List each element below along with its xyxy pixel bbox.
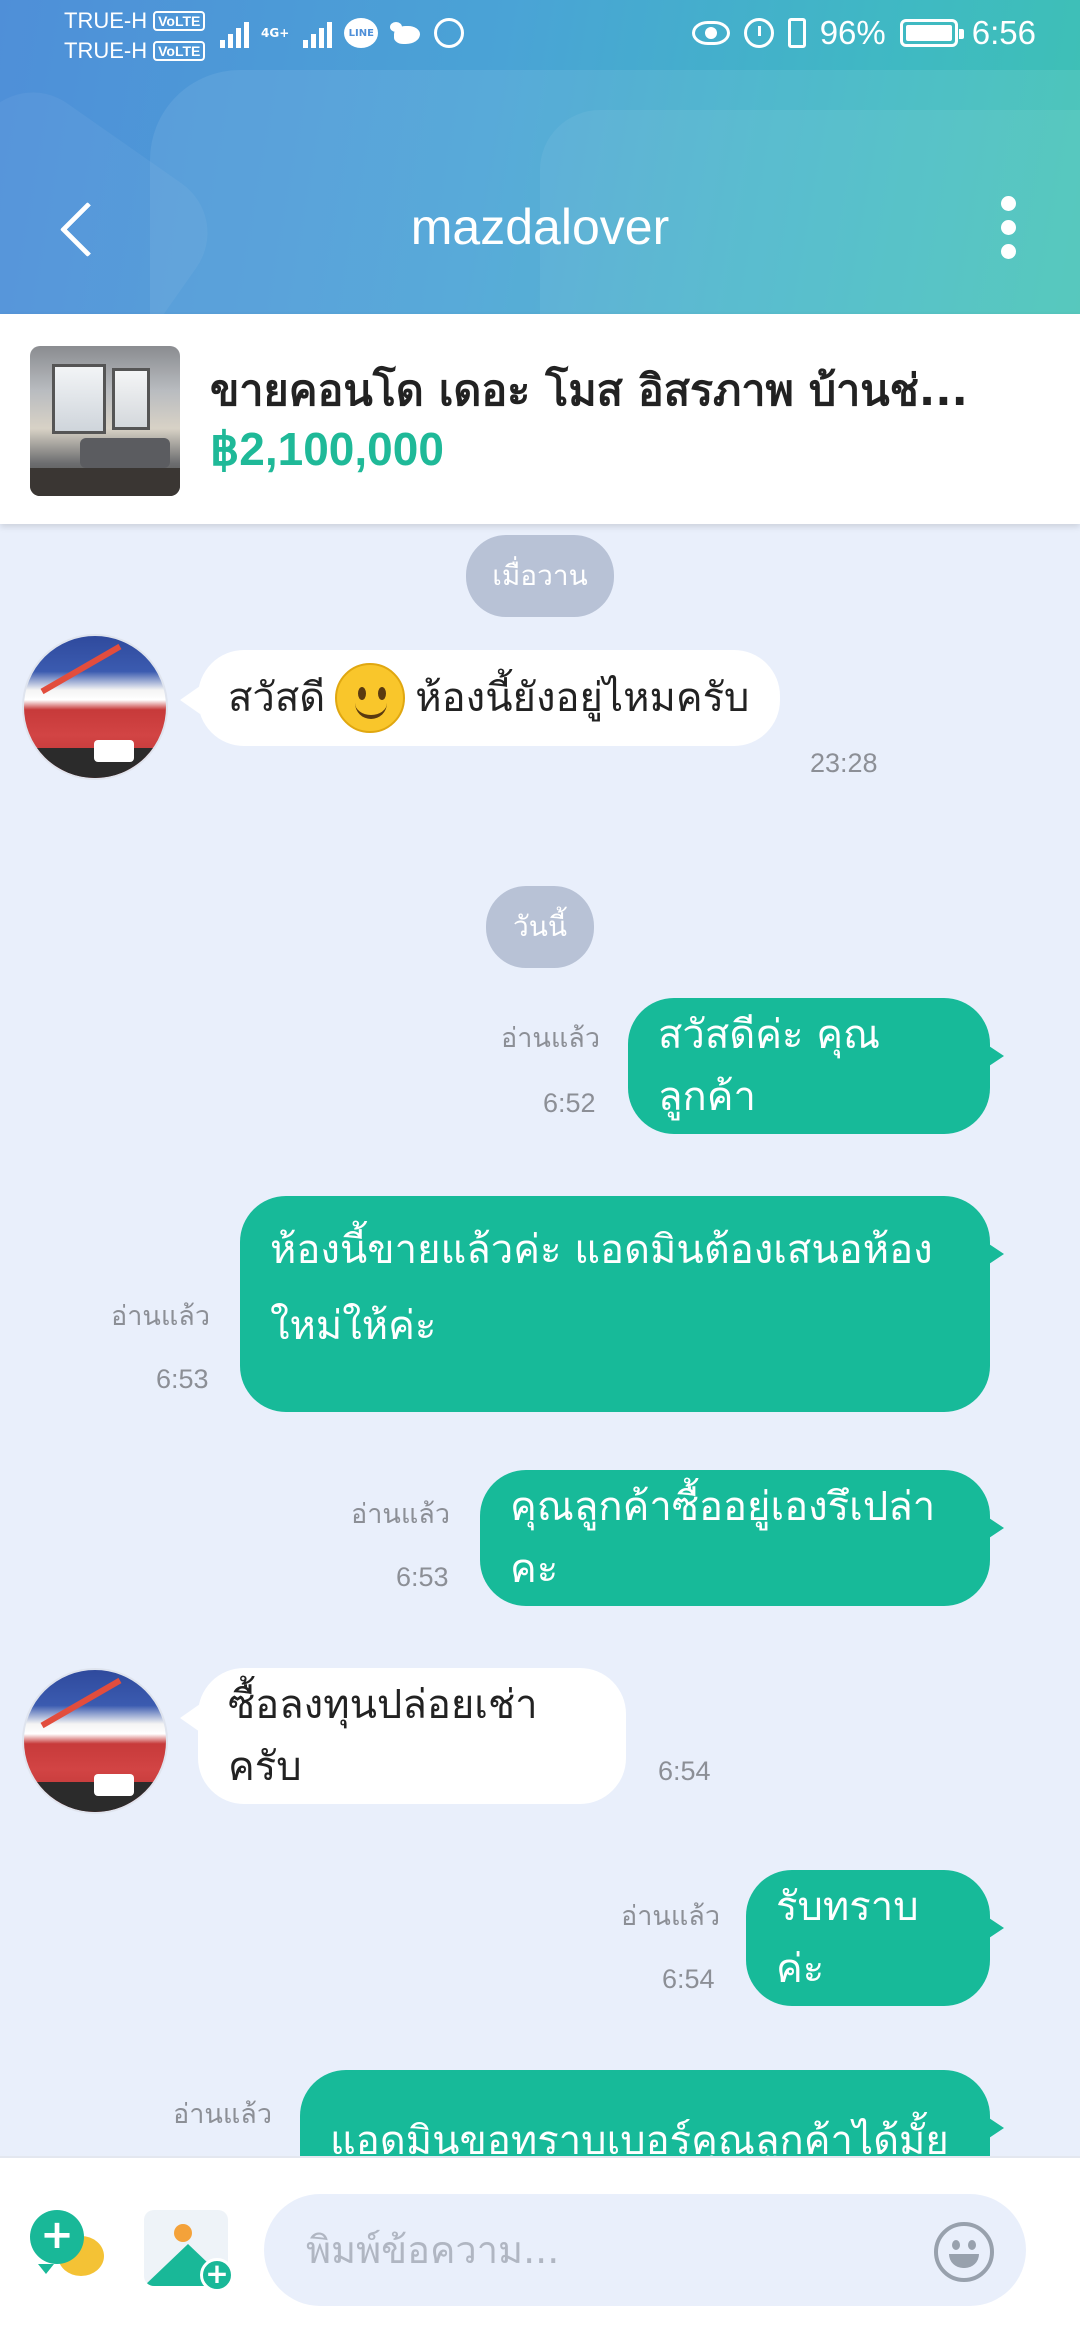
avatar[interactable] bbox=[22, 634, 168, 780]
chat-plus-button[interactable]: + bbox=[30, 2210, 106, 2282]
carrier-1-label: TRUE-H bbox=[64, 8, 148, 33]
more-options-button[interactable] bbox=[990, 196, 1026, 272]
read-receipt: อ่านแล้ว bbox=[501, 1023, 600, 1054]
plus-icon: + bbox=[200, 2258, 234, 2292]
carrier-2-label: TRUE-H bbox=[64, 38, 148, 63]
message-bubble-outgoing[interactable]: คุณลูกค้าซื้ออยู่เองรึเปล่าคะ bbox=[480, 1470, 1004, 1606]
thumb-sofa bbox=[80, 438, 170, 468]
message-bubble-outgoing[interactable]: ห้องนี้ขายแล้วค่ะ แอดมินต้องเสนอห้อง ใหม… bbox=[240, 1196, 1004, 1412]
dot-icon bbox=[1000, 244, 1016, 259]
listing-thumbnail[interactable] bbox=[30, 346, 180, 496]
eye-icon bbox=[691, 21, 730, 45]
carrier-1: TRUE-H VoLTE bbox=[64, 6, 206, 36]
add-image-button[interactable]: + bbox=[144, 2210, 234, 2292]
whatsapp-icon bbox=[434, 18, 465, 48]
message-time: 6:54 bbox=[662, 1964, 715, 1994]
status-bar: TRUE-H VoLTE TRUE-H VoLTE 4G+ LINE 96% 6… bbox=[0, 0, 1080, 74]
network-type: 4G+ bbox=[261, 26, 290, 40]
message-bubble-outgoing[interactable]: รับทราบค่ะ bbox=[746, 1870, 1004, 2006]
back-button[interactable] bbox=[58, 198, 102, 262]
message-bubble-incoming[interactable]: ซื้อลงทุนปล่อยเช่าครับ bbox=[180, 1668, 626, 1804]
message-time: 6:54 bbox=[658, 1756, 711, 1786]
battery-percent: 96% bbox=[819, 14, 886, 51]
avatar[interactable] bbox=[22, 1668, 168, 1814]
status-right: 96% 6:56 bbox=[691, 14, 1036, 52]
volte-badge: VoLTE bbox=[153, 41, 206, 61]
message-bubble-outgoing[interactable]: แอดมินขอทราบเบอร์คุณลูกค้าได้มั้ยคะ bbox=[300, 2070, 1004, 2156]
message-time: 6:53 bbox=[396, 1562, 449, 1592]
signal-icon bbox=[303, 18, 333, 48]
message-input[interactable] bbox=[264, 2194, 1026, 2306]
status-icons: 4G+ LINE bbox=[220, 18, 465, 48]
emoji-button[interactable] bbox=[934, 2222, 994, 2282]
plus-icon: + bbox=[30, 2210, 84, 2274]
line-icon: LINE bbox=[344, 18, 379, 48]
read-receipt: อ่านแล้ว bbox=[111, 1301, 210, 1332]
read-receipt: อ่านแล้ว bbox=[621, 1901, 720, 1932]
message-text: แอดมินขอทราบเบอร์คุณลูกค้าได้มั้ยคะ bbox=[330, 2118, 949, 2156]
volte-badge: VoLTE bbox=[153, 11, 206, 31]
message-bubble-outgoing[interactable]: สวัสดีค่ะ คุณลูกค้า bbox=[628, 998, 1004, 1134]
carrier-info: TRUE-H VoLTE TRUE-H VoLTE bbox=[64, 6, 206, 66]
message-text: สวัสดี bbox=[228, 675, 326, 721]
battery-icon bbox=[899, 19, 964, 47]
carrier-2: TRUE-H VoLTE bbox=[64, 36, 206, 66]
signal-icon bbox=[220, 18, 249, 48]
message-time: 23:28 bbox=[810, 748, 878, 778]
input-bar: + + bbox=[0, 2156, 1080, 2340]
message-text: ซื้อลงทุนปล่อยเช่าครับ bbox=[228, 1682, 538, 1790]
alarm-icon bbox=[743, 18, 774, 48]
thumb-window bbox=[52, 364, 106, 434]
twitter-icon bbox=[390, 20, 422, 46]
vibrate-icon bbox=[787, 18, 806, 48]
message-time: 6:53 bbox=[156, 1364, 209, 1394]
dot-icon bbox=[1000, 220, 1016, 235]
message-text-line: ห้องนี้ขายแล้วค่ะ แอดมินต้องเสนอห้อง bbox=[270, 1227, 933, 1273]
chat-title: mazdalover bbox=[410, 199, 670, 255]
thumb-floor bbox=[30, 468, 180, 496]
read-receipt: อ่านแล้ว bbox=[351, 1499, 450, 1530]
message-bubble-incoming[interactable]: สวัสดี ห้องนี้ยังอยู่ไหมครับ bbox=[180, 650, 780, 746]
message-text: คุณลูกค้าซื้ออยู่เองรึเปล่าคะ bbox=[510, 1484, 936, 1592]
date-separator: วันนี้ bbox=[486, 886, 594, 968]
message-text-line: ใหม่ให้ค่ะ bbox=[270, 1303, 437, 1349]
message-text: รับทราบค่ะ bbox=[776, 1884, 919, 1992]
read-receipt: อ่านแล้ว bbox=[173, 2099, 272, 2130]
dot-icon bbox=[1000, 196, 1016, 211]
message-text: สวัสดีค่ะ คุณลูกค้า bbox=[658, 1012, 881, 1120]
message-time: 6:52 bbox=[543, 1088, 596, 1118]
listing-title[interactable]: ขายคอนโด เดอะ โมส อิสรภาพ บ้านช่... bbox=[210, 356, 1010, 424]
message-text: ห้องนี้ยังอยู่ไหมครับ bbox=[415, 675, 750, 721]
listing-price: ฿2,100,000 bbox=[210, 423, 444, 475]
chat-area[interactable]: เมื่อวาน สวัสดี ห้องนี้ยังอยู่ไหมครับ 23… bbox=[0, 524, 1080, 2156]
smiley-emoji-icon bbox=[335, 663, 406, 733]
clock: 6:56 bbox=[971, 14, 1036, 51]
thumb-window bbox=[112, 368, 150, 430]
listing-card[interactable]: ขายคอนโด เดอะ โมส อิสรภาพ บ้านช่... ฿2,1… bbox=[0, 314, 1080, 524]
date-separator: เมื่อวาน bbox=[466, 535, 614, 617]
